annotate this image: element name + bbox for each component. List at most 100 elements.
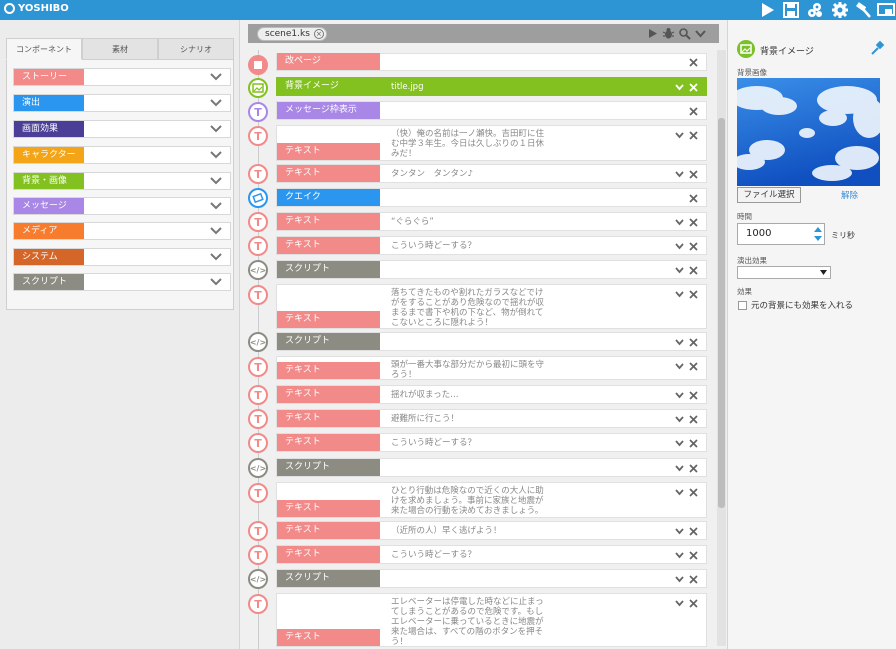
delete-icon[interactable] xyxy=(689,170,698,179)
chevron-down-icon[interactable] xyxy=(675,488,684,497)
apply-effect-checkbox[interactable] xyxy=(738,301,747,310)
scenario-row[interactable]: テキスト 揺れが収まった… xyxy=(276,385,707,404)
settings-gear-icon[interactable] xyxy=(831,1,849,19)
category-direction[interactable]: 演出 xyxy=(13,94,231,112)
chevron-down-icon[interactable] xyxy=(675,391,684,400)
chevron-down-icon[interactable] xyxy=(675,290,684,299)
delete-icon[interactable] xyxy=(689,551,698,560)
delete-icon[interactable] xyxy=(689,242,698,251)
delete-icon[interactable] xyxy=(689,488,698,497)
chevron-down-icon[interactable] xyxy=(675,242,684,251)
category-character[interactable]: キャラクター xyxy=(13,146,231,164)
scenario-row[interactable]: テキスト タンタン タンタン♪ xyxy=(276,164,707,183)
category-system[interactable]: システム xyxy=(13,248,231,266)
scenario-row[interactable]: テキスト 頭が一番大事な部分だから最初に頭を守ろう！ xyxy=(276,356,707,380)
chevron-down-icon[interactable] xyxy=(675,551,684,560)
delete-icon[interactable] xyxy=(689,266,698,275)
scenario-row[interactable]: クエイク xyxy=(276,188,707,207)
scenario-row[interactable]: スクリプト xyxy=(276,569,707,588)
play-icon[interactable] xyxy=(758,1,776,19)
unset-link[interactable]: 解除 xyxy=(841,189,858,201)
scenario-row[interactable]: スクリプト xyxy=(276,458,707,477)
scenario-row[interactable]: 改ページ xyxy=(276,53,707,71)
scenario-row[interactable]: テキスト こういう時どーする？ xyxy=(276,236,707,255)
scrollbar[interactable] xyxy=(717,50,726,646)
row-value: こういう時どーする？ xyxy=(391,438,477,448)
scenario-row[interactable]: メッセージ枠表示 xyxy=(276,101,707,120)
chevron-down-icon[interactable] xyxy=(675,362,684,371)
scenario-row[interactable]: テキスト こういう時どーする？ xyxy=(276,545,707,564)
chevron-down-icon[interactable] xyxy=(675,527,684,536)
chevron-down-icon[interactable] xyxy=(675,439,684,448)
file-tab[interactable]: scene1.ks × xyxy=(257,27,327,41)
save-icon[interactable] xyxy=(782,1,800,19)
delete-icon[interactable] xyxy=(689,599,698,608)
scenario-row[interactable]: テキスト （近所の人）早く逃げよう！ xyxy=(276,521,707,540)
category-screen-effect[interactable]: 画面効果 xyxy=(13,120,231,138)
chevron-down-icon[interactable] xyxy=(675,131,684,140)
chevron-down-icon[interactable] xyxy=(675,599,684,608)
chevron-down-icon[interactable] xyxy=(675,464,684,473)
category-message[interactable]: メッセージ xyxy=(13,197,231,215)
text-node-icon: T xyxy=(248,285,268,305)
gear-group-icon[interactable] xyxy=(806,1,824,19)
delete-icon[interactable] xyxy=(689,58,698,67)
scrollbar-thumb[interactable] xyxy=(718,118,725,508)
scenario-row[interactable]: テキスト こういう時どーする？ xyxy=(276,433,707,452)
script-node-icon: </> xyxy=(248,569,268,589)
script-node-icon: </> xyxy=(248,260,268,280)
play-icon[interactable] xyxy=(646,27,659,40)
scenario-row[interactable]: スクリプト xyxy=(276,260,707,279)
chevron-down-icon[interactable] xyxy=(675,170,684,179)
delete-icon[interactable] xyxy=(689,194,698,203)
scenario-row[interactable]: テキスト ひとり行動は危険なので近くの大人に助けを求めましょう。事前に家族と地震… xyxy=(276,482,707,518)
scenario-row[interactable]: テキスト 避難所に行こう！ xyxy=(276,409,707,428)
category-media[interactable]: メディア xyxy=(13,222,231,240)
pin-icon[interactable] xyxy=(870,40,886,56)
file-select-button[interactable]: ファイル選択 xyxy=(737,187,801,203)
search-icon[interactable] xyxy=(678,27,691,40)
tab-materials[interactable]: 素材 xyxy=(82,38,158,60)
scenario-row[interactable]: スクリプト xyxy=(276,332,707,351)
chevron-down-icon[interactable] xyxy=(675,338,684,347)
scenario-row[interactable]: テキスト “ぐらぐら” xyxy=(276,212,707,231)
delete-icon[interactable] xyxy=(689,83,698,92)
effect-select[interactable] xyxy=(737,266,831,279)
scenario-row[interactable]: テキスト 落ちてきたものや割れたガラスなどでけがをすることがあり危険なので揺れが… xyxy=(276,284,707,329)
chevron-down-icon[interactable] xyxy=(675,575,684,584)
delete-icon[interactable] xyxy=(689,338,698,347)
delete-icon[interactable] xyxy=(689,415,698,424)
category-story[interactable]: ストーリー xyxy=(13,68,231,86)
category-label: 演出 xyxy=(14,95,84,111)
delete-icon[interactable] xyxy=(689,107,698,116)
delete-icon[interactable] xyxy=(689,439,698,448)
chevron-down-icon[interactable] xyxy=(694,27,707,40)
delete-icon[interactable] xyxy=(689,527,698,536)
scenario-row[interactable]: テキスト （快）俺の名前は一ノ瀬快。吉田町に住む中学３年生。今日は久しぶりの１日… xyxy=(276,125,707,161)
chevron-down-icon[interactable] xyxy=(675,266,684,275)
delete-icon[interactable] xyxy=(689,218,698,227)
fx-label: 効果 xyxy=(737,287,752,296)
bug-icon[interactable] xyxy=(662,27,675,40)
delete-icon[interactable] xyxy=(689,391,698,400)
delete-icon[interactable] xyxy=(689,362,698,371)
chevron-down-icon[interactable] xyxy=(675,218,684,227)
category-script[interactable]: スクリプト xyxy=(13,273,231,291)
chevron-down-icon[interactable] xyxy=(675,415,684,424)
category-background-image[interactable]: 背景・画像 xyxy=(13,172,231,190)
tab-components[interactable]: コンポーネント xyxy=(6,38,82,60)
chevron-down-icon xyxy=(210,99,222,107)
scenario-row-selected[interactable]: 背景イメージ title.jpg xyxy=(276,77,707,96)
tab-scenario[interactable]: シナリオ xyxy=(158,38,234,60)
close-icon[interactable]: × xyxy=(313,29,324,39)
text-node-icon: T xyxy=(248,545,268,565)
delete-icon[interactable] xyxy=(689,131,698,140)
hammer-icon[interactable] xyxy=(855,1,873,19)
delete-icon[interactable] xyxy=(689,290,698,299)
scenario-row[interactable]: テキスト エレベーターは停電した時などに止まってしまうことがあるので危険です。も… xyxy=(276,593,707,647)
time-stepper[interactable] xyxy=(811,223,825,245)
chevron-down-icon[interactable] xyxy=(675,83,684,92)
delete-icon[interactable] xyxy=(689,464,698,473)
preview-window-icon[interactable] xyxy=(877,1,895,19)
delete-icon[interactable] xyxy=(689,575,698,584)
